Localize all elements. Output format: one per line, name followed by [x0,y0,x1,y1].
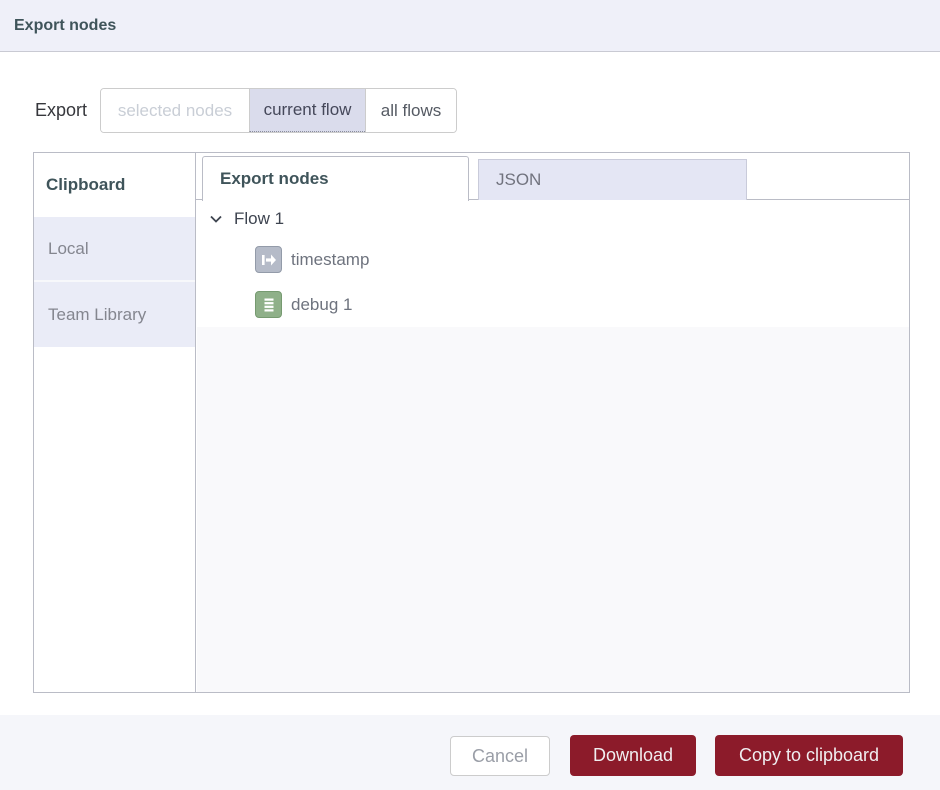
export-scope-all-flows-button[interactable]: all flows [365,89,456,132]
copy-to-clipboard-button[interactable]: Copy to clipboard [715,735,903,776]
debug-lines-icon [255,291,282,318]
tab-strip: Export nodes JSON [196,153,909,200]
sidebar-header-clipboard: Clipboard [34,153,195,217]
flow-label: Flow 1 [234,209,284,229]
tab-export-nodes[interactable]: Export nodes [202,156,469,201]
export-scope-current-flow-button[interactable]: current flow [249,89,365,132]
inject-arrow-icon [255,246,282,273]
export-scope-button-group: selected nodes current flow all flows [100,88,457,133]
tree-row-node[interactable]: timestamp [197,237,909,282]
dialog-header: Export nodes [0,0,940,52]
tree-row-node[interactable]: debug 1 [197,282,909,327]
export-scope-label: Export [35,88,87,133]
node-label: debug 1 [291,295,352,315]
cancel-button[interactable]: Cancel [450,736,550,776]
download-button[interactable]: Download [570,735,696,776]
node-label: timestamp [291,250,369,270]
tree-rows: Flow 1 timestamp [197,200,909,327]
page-title: Export nodes [14,0,116,52]
tab-json[interactable]: JSON [478,159,747,200]
tree-row-flow[interactable]: Flow 1 [197,200,909,237]
sidebar-item-team-library[interactable]: Team Library [34,282,195,347]
dialog-footer: Cancel Download Copy to clipboard [0,715,940,790]
export-scope-selected-nodes-button[interactable]: selected nodes [101,89,249,132]
export-panel: Clipboard Local Team Library Export node… [33,152,910,693]
chevron-down-icon[interactable] [207,210,225,228]
export-node-tree: Flow 1 timestamp [197,200,909,692]
library-sidebar: Clipboard Local Team Library [34,153,196,692]
sidebar-item-local[interactable]: Local [34,217,195,282]
